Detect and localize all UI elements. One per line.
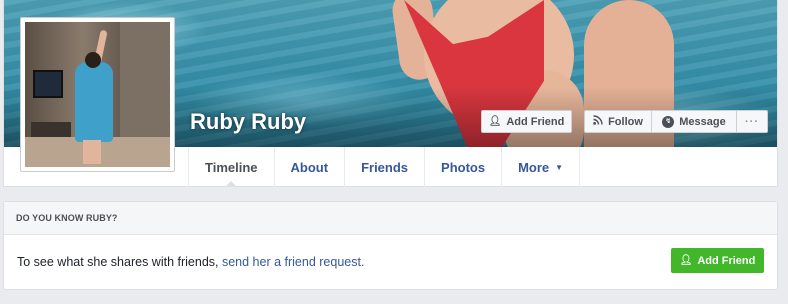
add-friend-green-button[interactable]: 👤︎ Add Friend [671, 248, 764, 273]
add-friend-label: Add Friend [506, 115, 565, 128]
profile-picture[interactable] [25, 22, 170, 167]
tab-about-label: About [290, 159, 329, 175]
tab-about[interactable]: About [273, 147, 345, 187]
profile-picture-frame[interactable] [20, 17, 175, 172]
tab-timeline-label: Timeline [205, 159, 258, 175]
add-friend-green-label: Add Friend [697, 254, 756, 267]
do-you-know-card: DO YOU KNOW RUBY? To see what she shares… [3, 201, 778, 290]
message-button[interactable]: ↯ Message [652, 110, 737, 133]
tab-photos-label: Photos [441, 159, 486, 175]
avatar-person-legs [83, 140, 101, 164]
cover-action-group: Follow ↯ Message ··· [584, 110, 768, 133]
tab-timeline[interactable]: Timeline [188, 147, 274, 187]
do-you-know-header: DO YOU KNOW RUBY? [4, 202, 777, 235]
tab-friends[interactable]: Friends [344, 147, 424, 187]
caret-down-icon: ▼ [555, 162, 564, 172]
person-plus-icon: 👤︎ [488, 115, 502, 127]
send-friend-request-link[interactable]: send her a friend request. [222, 255, 364, 269]
message-label: Message [679, 115, 726, 128]
do-you-know-body: To see what she shares with friends, sen… [4, 235, 777, 289]
profile-header: Ruby Ruby 👤︎ Add Friend Follow ↯ Message… [3, 0, 778, 187]
tab-friends-label: Friends [361, 159, 409, 175]
add-friend-button[interactable]: 👤︎ Add Friend [481, 110, 572, 133]
rss-icon [593, 115, 603, 128]
tab-photos[interactable]: Photos [424, 147, 501, 187]
messenger-icon: ↯ [662, 115, 675, 128]
more-options-button[interactable]: ··· [737, 110, 768, 133]
profile-name[interactable]: Ruby Ruby [190, 109, 306, 135]
tab-more-label: More [518, 159, 550, 175]
rss-icon-svg [593, 115, 603, 125]
do-you-know-text: To see what she shares with friends, [17, 255, 222, 269]
avatar-person [75, 62, 113, 142]
person-plus-icon: 👤︎ [679, 254, 693, 266]
follow-label: Follow [608, 115, 643, 128]
avatar-person-head [85, 52, 101, 68]
follow-button[interactable]: Follow [584, 110, 652, 133]
avatar-tv [33, 70, 63, 98]
profile-tabs: Timeline About Friends Photos More ▼ [188, 147, 581, 187]
tab-more[interactable]: More ▼ [501, 147, 581, 187]
